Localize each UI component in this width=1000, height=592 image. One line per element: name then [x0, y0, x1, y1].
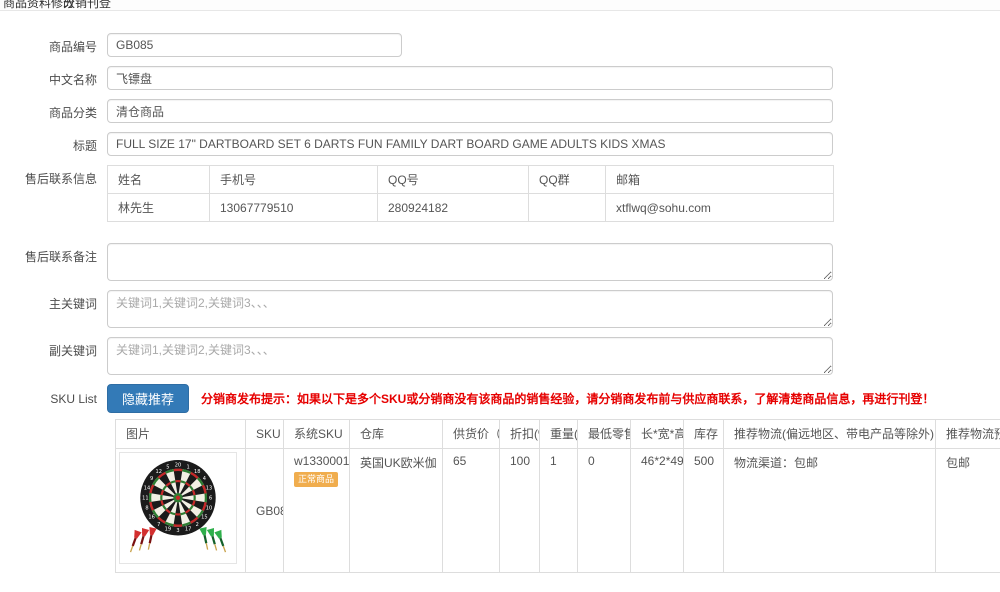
svg-text:12: 12 — [156, 469, 162, 475]
row-sub-keywords: 副关键词 — [0, 337, 1000, 375]
svg-text:2: 2 — [196, 522, 199, 528]
sub-keywords-textarea[interactable] — [107, 337, 833, 375]
status-badge: 正常商品 — [294, 472, 338, 487]
system-sku-value: w13300015 — [294, 454, 339, 468]
svg-text:10: 10 — [206, 505, 212, 511]
red-darts — [127, 527, 157, 553]
dartboard-image: 20 1 18 413 6 10 152 17 3 19 7168 11 149 12 5 — [122, 455, 234, 561]
sku-data-row: 20118 4136 10152 17319 7168 11149 125 — [116, 449, 1000, 573]
row-remark: 售后联系备注 — [0, 243, 1000, 281]
title-label: 标题 — [0, 132, 107, 154]
warehouse-cell: 英国UK欧米伽 — [350, 449, 443, 573]
sku-header-min-retail: 最低零售价 — [578, 420, 631, 449]
sku-table-container: 图片 SKU 系统SKU 仓库 供货价（¥） 折扣(%) 重量(kg) 最低零售… — [115, 419, 1000, 573]
min-retail-cell: 0 — [578, 449, 631, 573]
remark-label: 售后联系备注 — [0, 243, 107, 265]
cn-name-input[interactable] — [107, 66, 833, 90]
svg-text:18: 18 — [194, 469, 200, 475]
weight-cell: 1 — [540, 449, 578, 573]
product-form: 商品编号 中文名称 商品分类 标题 售后联系信息 姓名 手机号 QQ号 QQ群 … — [0, 11, 1000, 573]
contact-header-row: 姓名 手机号 QQ号 QQ群 邮箱 — [108, 166, 834, 194]
row-category: 商品分类 — [0, 99, 1000, 123]
contact-phone: 13067779510 — [210, 194, 378, 222]
sku-header-weight: 重量(kg) — [540, 420, 578, 449]
svg-text:17: 17 — [185, 526, 191, 532]
product-code-label: 商品编号 — [0, 33, 107, 55]
contact-header-qq: QQ号 — [378, 166, 529, 194]
sku-image-cell: 20 1 18 413 6 10 152 17 3 19 7168 11 149 12 5 — [116, 449, 246, 573]
contact-qq: 280924182 — [378, 194, 529, 222]
contact-header-qqgroup: QQ群 — [529, 166, 606, 194]
row-cn-name: 中文名称 — [0, 66, 1000, 90]
svg-text:7: 7 — [157, 522, 160, 528]
sku-list-label: SKU List — [0, 392, 107, 406]
row-product-code: 商品编号 — [0, 33, 1000, 57]
contact-table: 姓名 手机号 QQ号 QQ群 邮箱 林先生 13067779510 280924… — [107, 165, 834, 222]
svg-text:6: 6 — [209, 495, 212, 501]
svg-text:9: 9 — [150, 476, 153, 482]
sku-header-stock: 库存 — [684, 420, 724, 449]
contact-header-phone: 手机号 — [210, 166, 378, 194]
contact-info-label: 售后联系信息 — [0, 165, 107, 187]
sub-keywords-label: 副关键词 — [0, 337, 107, 359]
contact-header-name: 姓名 — [108, 166, 210, 194]
sku-header-dimensions: 长*宽*高 — [631, 420, 684, 449]
logistics-cell: 物流渠道：包邮 — [724, 449, 936, 573]
contact-qqgroup — [529, 194, 606, 222]
sku-header-sku: SKU — [246, 420, 284, 449]
main-keywords-label: 主关键词 — [0, 290, 107, 312]
green-darts — [199, 527, 229, 553]
sku-header-discount: 折扣(%) — [500, 420, 540, 449]
sku-header-supply-price: 供货价（¥） — [443, 420, 500, 449]
row-sku-list: SKU List 隐藏推荐 分销商发布提示：如果以下是多个SKU或分销商没有该商… — [0, 384, 1000, 413]
contact-name: 林先生 — [108, 194, 210, 222]
svg-text:5: 5 — [166, 464, 169, 470]
svg-text:1: 1 — [186, 464, 189, 470]
sku-code-cell: GB085 — [246, 449, 284, 573]
row-main-keywords: 主关键词 — [0, 290, 1000, 328]
sku-header-row: 图片 SKU 系统SKU 仓库 供货价（¥） 折扣(%) 重量(kg) 最低零售… — [116, 420, 1000, 449]
stock-cell: 500 — [684, 449, 724, 573]
sku-header-system-sku: 系统SKU — [284, 420, 350, 449]
svg-text:15: 15 — [201, 515, 207, 521]
main-keywords-textarea[interactable] — [107, 290, 833, 328]
sku-header-image: 图片 — [116, 420, 246, 449]
svg-text:19: 19 — [165, 526, 171, 532]
svg-text:20: 20 — [175, 463, 181, 469]
system-sku-cell: w13300015 正常商品 — [284, 449, 350, 573]
title-input[interactable] — [107, 132, 833, 156]
svg-text:11: 11 — [142, 495, 148, 501]
sku-header-logistics: 推荐物流(偏远地区、带电产品等除外) — [724, 420, 936, 449]
sku-header-estimated-freight: 推荐物流预估尾 — [936, 420, 1000, 449]
svg-text:16: 16 — [148, 515, 154, 521]
svg-text:14: 14 — [144, 485, 150, 491]
estimated-freight-cell: 包邮 — [936, 449, 1000, 573]
contact-email: xtflwq@sohu.com — [606, 194, 834, 222]
svg-text:4: 4 — [203, 476, 206, 482]
svg-text:8: 8 — [145, 505, 148, 511]
row-contact-info: 售后联系信息 姓名 手机号 QQ号 QQ群 邮箱 林先生 13067779510… — [0, 165, 1000, 222]
category-label: 商品分类 — [0, 99, 107, 121]
category-input[interactable] — [107, 99, 833, 123]
contact-header-email: 邮箱 — [606, 166, 834, 194]
sku-table: 图片 SKU 系统SKU 仓库 供货价（¥） 折扣(%) 重量(kg) 最低零售… — [115, 419, 1000, 573]
svg-text:3: 3 — [176, 528, 179, 534]
discount-cell: 100 — [500, 449, 540, 573]
dimensions-cell: 46*2*49 — [631, 449, 684, 573]
remark-textarea[interactable] — [107, 243, 833, 281]
cn-name-label: 中文名称 — [0, 66, 107, 88]
hide-recommend-button[interactable]: 隐藏推荐 — [107, 384, 189, 413]
tab-distribution[interactable]: 分销刊登 — [63, 0, 111, 11]
top-tab-strip: 商品资料修改 分销刊登 — [0, 0, 1000, 11]
sku-header-warehouse: 仓库 — [350, 420, 443, 449]
distributor-warning-text: 分销商发布提示：如果以下是多个SKU或分销商没有该商品的销售经验，请分销商发布前… — [201, 390, 934, 407]
supply-price-cell: 65 — [443, 449, 500, 573]
product-image[interactable]: 20 1 18 413 6 10 152 17 3 19 7168 11 149 12 5 — [119, 452, 237, 564]
svg-text:13: 13 — [206, 485, 212, 491]
product-code-input[interactable] — [107, 33, 402, 57]
contact-data-row: 林先生 13067779510 280924182 xtflwq@sohu.co… — [108, 194, 834, 222]
row-title: 标题 — [0, 132, 1000, 156]
